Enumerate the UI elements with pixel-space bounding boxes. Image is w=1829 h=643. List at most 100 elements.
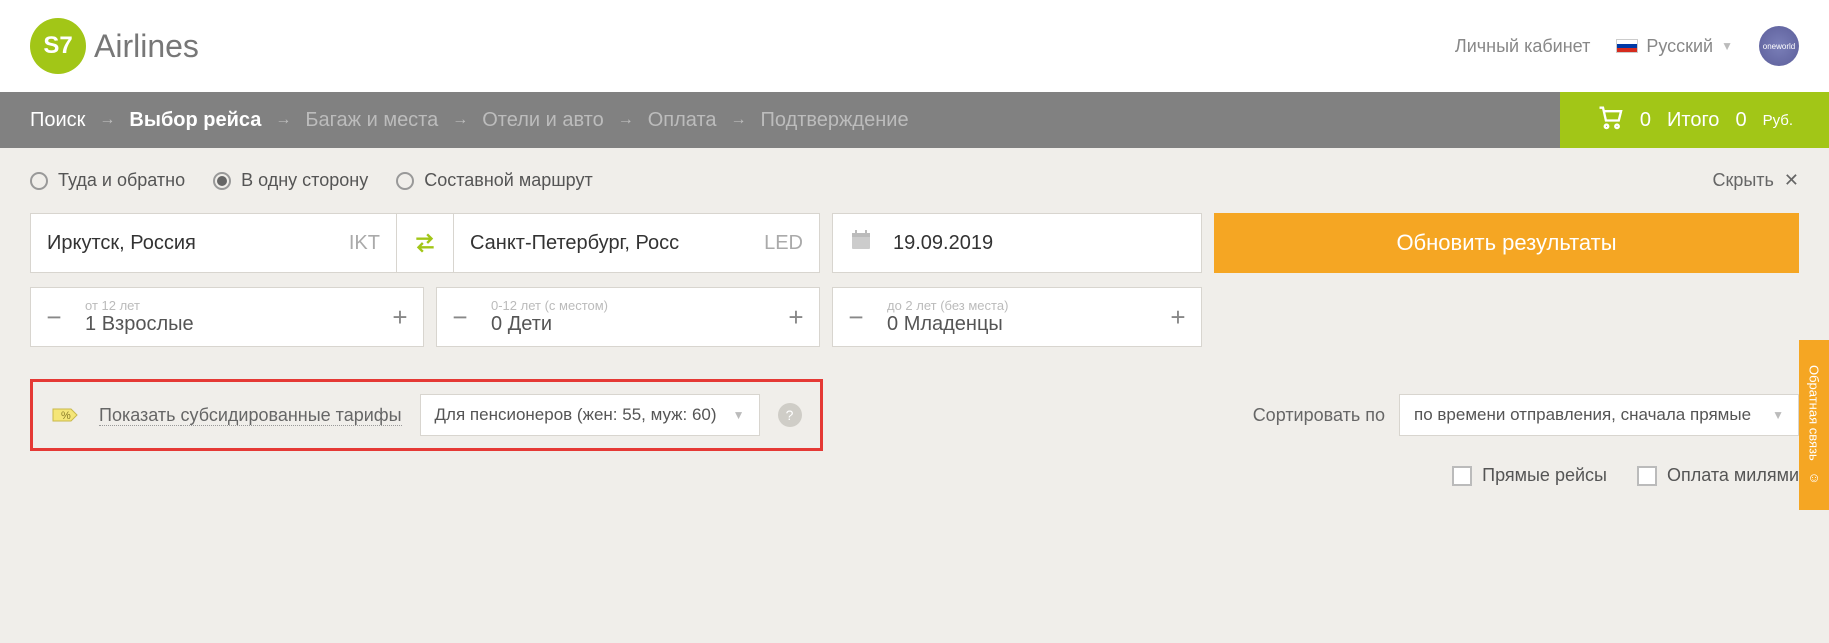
plus-button[interactable]: +: [1155, 288, 1201, 346]
adults-hint: от 12 лет: [85, 298, 369, 313]
hide-label: Скрыть: [1712, 170, 1773, 191]
adults-display: от 12 лет 1 Взрослые: [77, 296, 377, 338]
oneworld-icon: oneworld: [1759, 26, 1799, 66]
chat-icon: ☺: [1807, 470, 1822, 485]
trip-type-row: Туда и обратно В одну сторону Составной …: [30, 170, 1799, 191]
radio-oneway[interactable]: В одну сторону: [213, 170, 368, 191]
infants-hint: до 2 лет (без места): [887, 298, 1147, 313]
origin-code: IKT: [349, 232, 380, 255]
radio-roundtrip[interactable]: Туда и обратно: [30, 170, 185, 191]
children-stepper: − 0-12 лет (с местом) 0 Дети +: [436, 287, 820, 347]
logo[interactable]: S7 Airlines: [30, 18, 199, 74]
route-box: Иркутск, Россия IKT Санкт-Петербург, Рос…: [30, 213, 820, 273]
close-icon: ✕: [1784, 170, 1799, 191]
passengers-row: − от 12 лет 1 Взрослые + − 0-12 лет (с м…: [30, 287, 1799, 347]
adults-stepper: − от 12 лет 1 Взрослые +: [30, 287, 424, 347]
s7-logo-icon: S7: [30, 18, 86, 74]
chevron-down-icon: ▼: [1772, 408, 1784, 422]
bc-step-hotels: Отели и авто: [482, 109, 603, 132]
plus-button[interactable]: +: [773, 288, 819, 346]
flag-ru-icon: [1616, 39, 1638, 53]
radio-label: Составной маршрут: [424, 170, 593, 191]
cart-summary[interactable]: 0 Итого 0 Руб.: [1560, 92, 1829, 148]
hide-form-link[interactable]: Скрыть ✕: [1712, 170, 1799, 191]
bc-step-confirm: Подтверждение: [761, 109, 909, 132]
language-label: Русский: [1646, 36, 1713, 57]
cart-amount: 0: [1735, 109, 1746, 132]
radio-multi[interactable]: Составной маршрут: [396, 170, 593, 191]
subsidy-select[interactable]: Для пенсионеров (жен: 55, муж: 60) ▼: [420, 394, 760, 436]
breadcrumb-steps: Поиск → Выбор рейса → Багаж и места → От…: [0, 92, 1560, 148]
cart-label: Итого: [1667, 109, 1719, 132]
arrow-right-icon: →: [275, 111, 291, 129]
subsidy-highlight-box: % Показать субсидированные тарифы Для пе…: [30, 379, 823, 451]
destination-code: LED: [764, 232, 803, 255]
swap-button[interactable]: [396, 213, 454, 273]
filter-checks-row: Прямые рейсы Оплата милями: [0, 451, 1829, 510]
destination-input[interactable]: Санкт-Петербург, Росс LED: [454, 213, 820, 273]
personal-cabinet-link[interactable]: Личный кабинет: [1455, 36, 1590, 57]
radio-label: Туда и обратно: [58, 170, 185, 191]
checkbox-icon: [1452, 466, 1472, 486]
brand-text: Airlines: [94, 28, 199, 65]
minus-button[interactable]: −: [31, 288, 77, 346]
children-hint: 0-12 лет (с местом): [491, 298, 765, 313]
radio-icon: [213, 172, 231, 190]
chevron-down-icon: ▼: [733, 408, 745, 422]
language-selector[interactable]: Русский ▼: [1616, 36, 1733, 57]
header-right: Личный кабинет Русский ▼ oneworld: [1455, 26, 1799, 66]
feedback-tab[interactable]: Обратная связь ☺: [1799, 340, 1829, 510]
bc-step-search[interactable]: Поиск: [30, 109, 85, 132]
trip-type-radio-group: Туда и обратно В одну сторону Составной …: [30, 170, 593, 191]
bc-step-baggage: Багаж и места: [305, 109, 438, 132]
infants-label: Младенцы: [904, 313, 1003, 335]
children-count: 0: [491, 313, 502, 335]
bc-step-flight[interactable]: Выбор рейса: [129, 109, 261, 132]
adults-label: Взрослые: [102, 313, 194, 335]
direct-flights-checkbox[interactable]: Прямые рейсы: [1452, 465, 1607, 486]
adults-count: 1: [85, 313, 96, 335]
children-display: 0-12 лет (с местом) 0 Дети: [483, 296, 773, 338]
date-input[interactable]: 19.09.2019: [832, 213, 1202, 273]
sort-select[interactable]: по времени отправления, сначала прямые ▼: [1399, 394, 1799, 436]
tag-icon: %: [51, 405, 81, 425]
pay-miles-checkbox[interactable]: Оплата милями: [1637, 465, 1799, 486]
radio-icon: [30, 172, 48, 190]
arrow-right-icon: →: [452, 111, 468, 129]
origin-value: Иркутск, Россия: [47, 232, 196, 255]
search-form: Туда и обратно В одну сторону Составной …: [0, 148, 1829, 365]
infants-display: до 2 лет (без места) 0 Младенцы: [879, 296, 1155, 338]
minus-button[interactable]: −: [437, 288, 483, 346]
arrow-right-icon: →: [618, 111, 634, 129]
help-icon[interactable]: ?: [778, 403, 802, 427]
arrow-right-icon: →: [99, 111, 115, 129]
bc-step-payment: Оплата: [648, 109, 717, 132]
infants-count: 0: [887, 313, 898, 335]
destination-value: Санкт-Петербург, Росс: [470, 232, 679, 255]
infants-stepper: − до 2 лет (без места) 0 Младенцы +: [832, 287, 1202, 347]
feedback-label: Обратная связь: [1807, 365, 1822, 461]
radio-label: В одну сторону: [241, 170, 368, 191]
route-date-row: Иркутск, Россия IKT Санкт-Петербург, Рос…: [30, 213, 1799, 273]
swap-icon: [412, 230, 438, 256]
direct-label: Прямые рейсы: [1482, 465, 1607, 486]
plus-button[interactable]: +: [377, 288, 423, 346]
subsidy-label[interactable]: Показать субсидированные тарифы: [99, 405, 402, 426]
radio-icon: [396, 172, 414, 190]
cart-icon: [1596, 103, 1624, 137]
sort-label: Сортировать по: [1253, 405, 1385, 426]
date-value: 19.09.2019: [893, 232, 993, 255]
origin-input[interactable]: Иркутск, Россия IKT: [30, 213, 396, 273]
arrow-right-icon: →: [731, 111, 747, 129]
filters-row: % Показать субсидированные тарифы Для пе…: [0, 365, 1829, 451]
minus-button[interactable]: −: [833, 288, 879, 346]
subsidy-select-value: Для пенсионеров (жен: 55, муж: 60): [435, 405, 717, 425]
header: S7 Airlines Личный кабинет Русский ▼ one…: [0, 0, 1829, 92]
sort-select-value: по времени отправления, сначала прямые: [1414, 405, 1751, 425]
breadcrumb: Поиск → Выбор рейса → Багаж и места → От…: [0, 92, 1829, 148]
calendar-icon: [849, 228, 873, 258]
children-label: Дети: [508, 313, 552, 335]
checkbox-icon: [1637, 466, 1657, 486]
sort-wrap: Сортировать по по времени отправления, с…: [1253, 394, 1799, 436]
update-results-button[interactable]: Обновить результаты: [1214, 213, 1799, 273]
